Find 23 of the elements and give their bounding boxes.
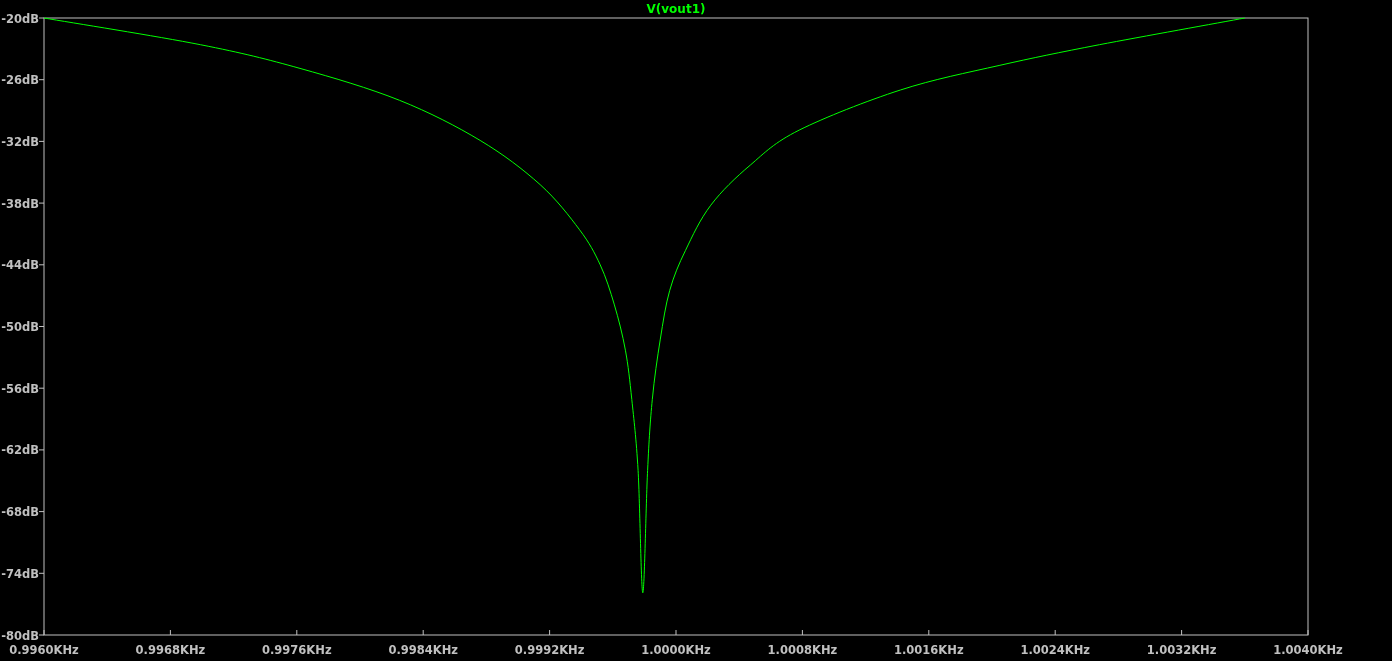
x-tick-label: 0.9968KHz xyxy=(135,643,206,657)
y-tick-label: -32dB xyxy=(1,134,39,149)
y-tick-label: -74dB xyxy=(1,566,39,581)
x-tick-label: 1.0008KHz xyxy=(767,643,838,657)
x-tick-label: 0.9976KHz xyxy=(262,643,332,657)
y-tick-label: -68dB xyxy=(1,505,39,520)
x-tick-label: 0.9984KHz xyxy=(388,643,458,657)
y-tick-label: -44dB xyxy=(1,258,39,273)
y-tick-label: -80dB xyxy=(1,628,39,643)
x-tick-label: 0.9960KHz xyxy=(9,643,79,657)
x-tick-label: 1.0032KHz xyxy=(1146,643,1217,657)
y-tick-label: -26dB xyxy=(1,73,39,88)
x-tick-label: 1.0016KHz xyxy=(894,643,964,657)
x-tick-label: 0.9992KHz xyxy=(514,643,585,657)
y-tick-label: -62dB xyxy=(1,443,39,458)
x-tick-label: 1.0040KHz xyxy=(1273,643,1343,657)
y-tick-label: -20dB xyxy=(1,11,39,26)
y-tick-label: -56dB xyxy=(1,381,39,396)
y-tick-label: -50dB xyxy=(1,320,39,334)
x-tick-label: 1.0000KHz xyxy=(641,643,711,657)
x-tick-label: 1.0024KHz xyxy=(1020,643,1090,657)
y-tick-label: -38dB xyxy=(1,196,39,211)
trace-label[interactable]: V(vout1) xyxy=(646,2,706,16)
